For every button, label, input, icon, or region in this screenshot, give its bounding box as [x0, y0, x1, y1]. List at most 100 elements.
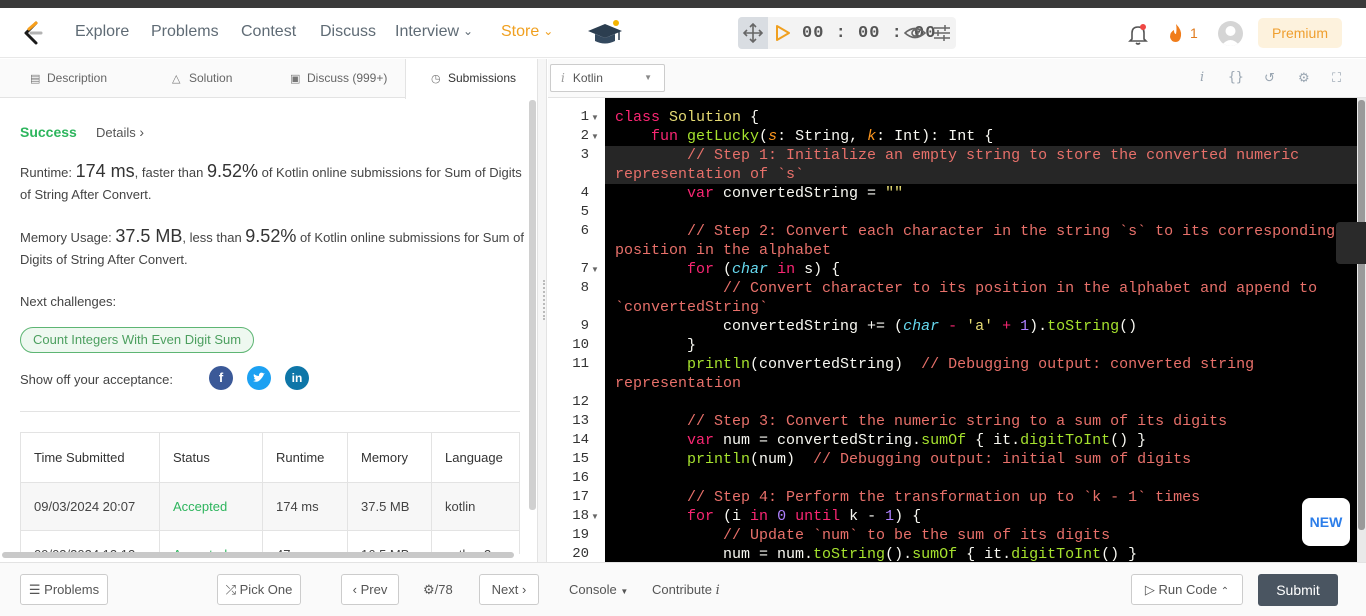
runtime-prefix: Runtime:: [20, 165, 76, 180]
fullscreen-icon[interactable]: ⛶: [1332, 70, 1341, 86]
code-line: // Convert character to its position in …: [723, 280, 1318, 297]
line-number: 9: [580, 318, 589, 334]
fold-icon[interactable]: ▼: [591, 507, 599, 526]
code-line: representation of `s`: [615, 166, 805, 183]
code-line: for (i in 0 until k - 1) {: [687, 508, 922, 525]
avatar[interactable]: [1218, 21, 1243, 46]
run-code-label: Run Code: [1158, 582, 1218, 597]
code-line: // Step 1: Initialize an empty string to…: [687, 147, 1300, 164]
fire-icon[interactable]: [1168, 23, 1184, 43]
cell-status[interactable]: Accepted: [159, 530, 263, 554]
submissions-table: Time Submitted Status Runtime Memory Lan…: [20, 432, 520, 554]
prev-button[interactable]: ‹ Prev: [341, 574, 399, 605]
cell-runtime: 174 ms: [262, 482, 348, 531]
drag-handle[interactable]: [738, 17, 768, 49]
comment-icon: ▣: [290, 73, 301, 85]
play-icon[interactable]: [772, 23, 792, 43]
cell-status[interactable]: Accepted: [159, 482, 263, 531]
col-time-submitted[interactable]: Time Submitted: [20, 432, 160, 483]
premium-button[interactable]: Premium: [1258, 18, 1342, 48]
code-line: // Step 2: Convert each character in the…: [687, 223, 1336, 240]
fold-icon[interactable]: ▼: [591, 127, 599, 146]
braces-icon[interactable]: {}: [1228, 70, 1244, 85]
problems-button-label: Problems: [44, 582, 100, 597]
memory-summary: Memory Usage: 37.5 MB, less than 9.52% o…: [20, 225, 524, 271]
col-runtime[interactable]: Runtime: [262, 432, 348, 483]
runtime-value: 174 ms: [75, 161, 135, 181]
nav-discuss[interactable]: Discuss: [320, 23, 376, 41]
next-challenges-label: Next challenges:: [20, 294, 117, 309]
fold-icon[interactable]: ▼: [591, 108, 599, 127]
facebook-icon[interactable]: f: [209, 366, 233, 390]
line-number: 8: [580, 280, 589, 296]
leetcode-logo-icon[interactable]: [20, 20, 46, 46]
code-line: }: [687, 337, 697, 354]
col-status[interactable]: Status: [159, 432, 263, 483]
resize-grip-icon[interactable]: [543, 280, 545, 320]
left-horizontal-scrollbar[interactable]: [2, 552, 514, 558]
code-line: // Step 3: Convert the numeric string to…: [687, 413, 1228, 430]
showoff-label: Show off your acceptance:: [20, 372, 173, 387]
runtime-mid: , faster than: [134, 165, 207, 180]
language-select[interactable]: i Kotlin ▼: [550, 64, 665, 92]
panel-resizer[interactable]: [537, 59, 547, 562]
tab-submissions[interactable]: ◷ Submissions: [405, 59, 538, 99]
top-navbar: Explore Problems Contest Discuss Intervi…: [0, 8, 1366, 58]
contribute-link[interactable]: Contribute i: [652, 582, 720, 598]
details-link[interactable]: Details ›: [96, 124, 144, 140]
chevron-left-icon: ‹: [352, 582, 357, 597]
run-code-button[interactable]: ▷ Run Code ⌃: [1131, 574, 1243, 605]
new-feature-button[interactable]: NEW: [1302, 498, 1350, 546]
console-toggle[interactable]: Console ▼: [569, 582, 628, 597]
left-panel-tabs: ▤ Description △ Solution ▣ Discuss (999+) ◷…: [0, 59, 538, 99]
tab-description[interactable]: ▤ Description: [30, 59, 107, 98]
tab-solution[interactable]: △ Solution: [172, 59, 232, 98]
tab-solution-label: Solution: [189, 71, 233, 85]
nav-contest[interactable]: Contest: [241, 23, 296, 41]
twitter-icon[interactable]: [247, 366, 271, 390]
line-number: 1: [580, 109, 589, 125]
chevron-down-icon: ⌄: [463, 24, 474, 38]
nav-problems[interactable]: Problems: [151, 23, 219, 41]
col-language[interactable]: Language: [431, 432, 520, 483]
console-label: Console: [569, 582, 617, 597]
cell-language: python3: [431, 530, 520, 554]
document-icon: ▤: [30, 73, 41, 85]
sliders-icon[interactable]: [932, 23, 952, 43]
submit-button[interactable]: Submit: [1258, 574, 1338, 606]
nav-interview[interactable]: Interview ⌄: [395, 23, 473, 41]
next-button[interactable]: Next ›: [479, 574, 539, 605]
col-memory[interactable]: Memory: [347, 432, 432, 483]
graduation-cap-icon[interactable]: [586, 18, 624, 48]
pick-one-button[interactable]: ⤮ Pick One: [217, 574, 301, 605]
line-number: 10: [572, 337, 589, 353]
code-line: var num = convertedString.sumOf { it.dig…: [687, 432, 1147, 449]
code-line: `convertedString`: [615, 299, 769, 316]
code-line: // Step 4: Perform the transformation up…: [687, 489, 1201, 506]
line-number: 4: [580, 185, 589, 201]
user-icon: [1221, 26, 1240, 46]
code-line: println(num) // Debugging output: initia…: [687, 451, 1192, 468]
side-panel-tab[interactable]: [1336, 222, 1366, 264]
left-vertical-scrollbar[interactable]: [529, 100, 536, 510]
editor-scrollbar[interactable]: [1358, 100, 1365, 530]
challenge-link[interactable]: Count Integers With Even Digit Sum: [20, 327, 255, 353]
chevron-down-icon: ⌄: [543, 24, 554, 38]
info-icon[interactable]: i: [1200, 70, 1204, 85]
reset-icon[interactable]: ↺: [1264, 70, 1275, 86]
table-row[interactable]: 09/03/2024 20:07 Accepted 174 ms 37.5 MB…: [20, 482, 520, 531]
code-line: position in the alphabet: [615, 242, 832, 259]
nav-store[interactable]: Store ⌄: [501, 23, 553, 41]
nav-explore[interactable]: Explore: [75, 23, 129, 41]
problems-button[interactable]: ☰ Problems: [20, 574, 108, 605]
table-row[interactable]: 09/03/2024 12:12 Accepted 47 ms 16.5 MB …: [20, 530, 520, 554]
linkedin-icon[interactable]: in: [285, 366, 309, 390]
code-editor[interactable]: 1 ▼ 2 ▼ 3 4 5 6 7 ▼ 8 9 10 11 12 13 14 15 1…: [549, 98, 1357, 562]
gear-icon[interactable]: ⚙: [1298, 70, 1310, 86]
fold-icon[interactable]: ▼: [591, 260, 599, 279]
eye-icon[interactable]: [904, 24, 926, 42]
tab-discuss[interactable]: ▣ Discuss (999+): [290, 59, 387, 98]
bell-icon[interactable]: [1128, 23, 1148, 45]
line-number: 6: [580, 223, 589, 239]
code-line: representation: [615, 375, 742, 392]
